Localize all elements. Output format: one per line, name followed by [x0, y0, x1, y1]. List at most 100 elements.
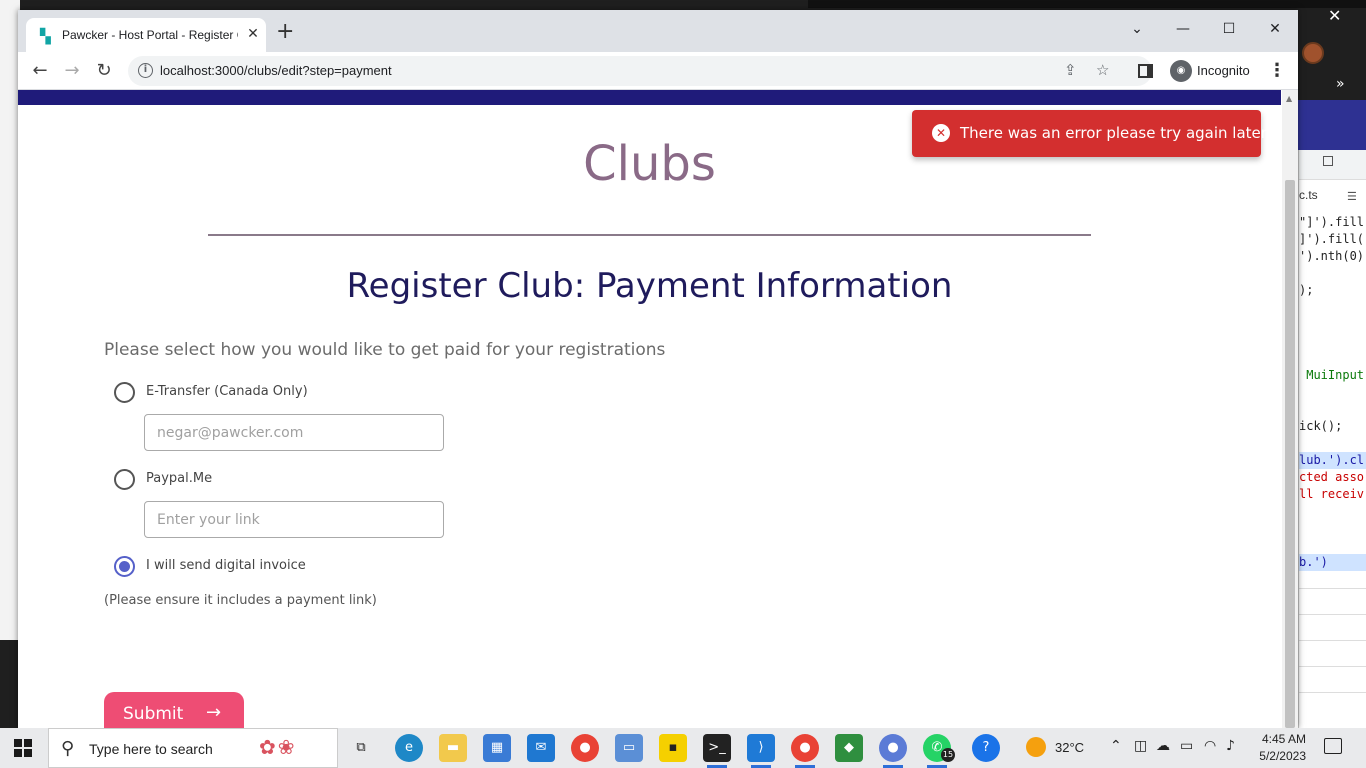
code-line: ').nth(0)	[1299, 249, 1365, 263]
bookmark-star-icon[interactable]: ☆	[1096, 61, 1109, 79]
section-title: Register Club: Payment Information	[346, 266, 953, 306]
info-icon[interactable]: i	[138, 63, 153, 78]
taskbar: ⚲ Type here to search ✿❀ ⧉ e ▬ ▦ ✉ ● ▭ ▪…	[0, 728, 1366, 768]
app-header-bar	[18, 90, 1281, 105]
flowers-icon: ✿❀	[259, 735, 297, 759]
option-label[interactable]: E-Transfer (Canada Only)	[146, 384, 308, 399]
incognito-profile-button[interactable]: ◉ Incognito	[1166, 56, 1258, 86]
reload-button[interactable]: ↻	[92, 59, 116, 83]
file-explorer-icon[interactable]: ▬	[439, 734, 467, 762]
error-icon: ✕	[932, 124, 950, 142]
code-line: lub.').cl	[1299, 452, 1366, 469]
filter-icon[interactable]: ☰	[1347, 190, 1357, 203]
back-button[interactable]: ←	[28, 59, 52, 83]
radio-digital-invoice[interactable]	[114, 556, 135, 577]
incognito-icon: ◉	[1170, 60, 1192, 82]
code-line: cted asso	[1299, 470, 1365, 484]
mail-icon[interactable]: ✉	[527, 734, 555, 762]
paypal-link-input[interactable]	[144, 501, 444, 538]
option-label[interactable]: Paypal.Me	[146, 471, 212, 486]
arrow-right-icon: →	[206, 702, 222, 723]
code-line: ll receiv	[1299, 487, 1365, 501]
browser-toolbar: ← → ↻ i localhost:3000/clubs/edit?step=p…	[18, 52, 1298, 90]
divider	[208, 234, 1091, 236]
option-label[interactable]: I will send digital invoice	[146, 558, 306, 573]
wifi-icon[interactable]: ◠	[1204, 738, 1216, 754]
tab-search-icon[interactable]: ⌄	[1122, 16, 1152, 42]
maximize-button[interactable]: ☐	[1214, 16, 1244, 42]
scrollbar[interactable]: ▲	[1282, 90, 1298, 728]
sticky-notes-icon[interactable]: ▪	[659, 734, 687, 762]
minimize-button[interactable]: —	[1168, 16, 1198, 42]
computer-icon[interactable]: ▭	[615, 734, 643, 762]
battery-icon[interactable]: ▭	[1180, 738, 1193, 754]
game-icon[interactable]: ◆	[835, 734, 863, 762]
code-line: );	[1299, 283, 1314, 297]
submit-label: Submit	[123, 704, 184, 724]
maximize-icon[interactable]	[1323, 156, 1333, 166]
taskbar-search[interactable]: ⚲ Type here to search ✿❀	[48, 728, 338, 768]
chrome-profile-icon[interactable]: ●	[791, 734, 819, 768]
tray-expand-icon[interactable]: ⌃	[1110, 738, 1122, 754]
code-line: ick();	[1299, 419, 1343, 433]
chrome-incognito-icon[interactable]: ●	[879, 734, 907, 768]
radio-etransfer[interactable]	[114, 382, 135, 403]
notification-icon[interactable]	[1324, 738, 1342, 754]
address-bar[interactable]: i localhost:3000/clubs/edit?step=payment…	[128, 56, 1152, 86]
cloud-icon[interactable]: ☁	[1156, 738, 1170, 754]
forward-button[interactable]: →	[60, 59, 84, 83]
weather-icon[interactable]	[1026, 737, 1046, 757]
store-icon[interactable]: ▦	[483, 734, 511, 762]
weather-temperature[interactable]: 32°C	[1055, 740, 1084, 755]
radio-paypal[interactable]	[114, 469, 135, 490]
whatsapp-icon[interactable]: ✆ 15	[923, 734, 955, 768]
payment-prompt: Please select how you would like to get …	[104, 340, 666, 360]
scroll-thumb[interactable]	[1285, 180, 1295, 728]
browser-menu-icon[interactable]: ⋮	[1268, 60, 1286, 81]
meet-icon[interactable]: ◫	[1134, 738, 1147, 754]
volume-icon[interactable]: ♪	[1226, 738, 1235, 754]
submit-button[interactable]: Submit →	[104, 692, 244, 728]
share-icon[interactable]: ⇪	[1064, 61, 1077, 79]
terminal-icon[interactable]: >_	[703, 734, 731, 768]
chrome-icon[interactable]: ●	[571, 734, 599, 762]
incognito-label: Incognito	[1197, 63, 1250, 78]
side-panel-icon[interactable]	[1138, 64, 1153, 78]
new-tab-button[interactable]: +	[276, 21, 294, 43]
code-line: ]').fill(	[1299, 232, 1365, 246]
url-text[interactable]: localhost:3000/clubs/edit?step=payment	[160, 63, 392, 78]
avatar[interactable]	[1302, 42, 1324, 64]
close-tab-icon[interactable]: ✕	[244, 25, 262, 43]
devtools-file-tab[interactable]: c.ts	[1299, 188, 1318, 202]
windows-start-icon[interactable]	[14, 739, 32, 757]
close-window-button[interactable]: ✕	[1260, 16, 1290, 42]
clock-time[interactable]: 4:45 AM	[1258, 732, 1306, 746]
search-icon: ⚲	[61, 738, 75, 759]
browser-tab[interactable]: ▚ Pawcker - Host Portal - Register C ✕	[26, 18, 266, 52]
page-viewport: Clubs Register Club: Payment Information…	[18, 90, 1298, 728]
help-icon[interactable]: ?	[972, 734, 1000, 762]
task-view-icon[interactable]: ⧉	[347, 734, 375, 762]
scroll-up-icon[interactable]: ▲	[1286, 94, 1292, 103]
search-placeholder: Type here to search	[89, 741, 213, 757]
etransfer-email-input[interactable]	[144, 414, 444, 451]
clock-date[interactable]: 5/2/2023	[1254, 749, 1306, 763]
browser-window: ▚ Pawcker - Host Portal - Register C ✕ +…	[18, 10, 1298, 728]
chevron-right-icon[interactable]: »	[1336, 76, 1345, 92]
code-line: "]').fill	[1299, 215, 1365, 229]
whatsapp-badge: 15	[941, 748, 955, 762]
edge-icon[interactable]: e	[395, 734, 423, 762]
devtools-rows	[1299, 588, 1366, 718]
vscode-icon[interactable]: ⟩	[747, 734, 775, 768]
background-window	[0, 0, 20, 640]
code-line: b.')	[1299, 554, 1366, 571]
background-close-icon[interactable]: ✕	[1328, 6, 1341, 25]
code-line: MuiInput	[1299, 368, 1365, 382]
